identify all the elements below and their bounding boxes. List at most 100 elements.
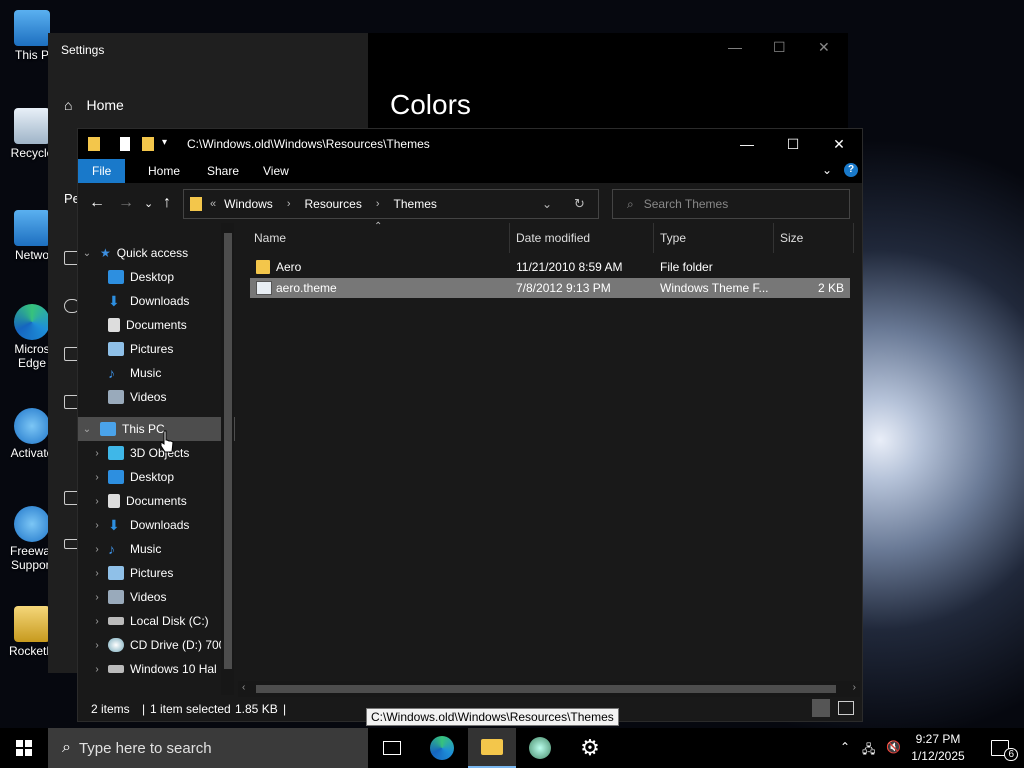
close-button[interactable]: ✕ — [816, 129, 862, 159]
recent-locations-button[interactable]: ⌄ — [144, 197, 153, 210]
chevron-right-icon[interactable]: › — [92, 520, 102, 531]
chevron-down-icon[interactable]: ⌄ — [822, 163, 832, 177]
chevron-left-icon[interactable]: ‹ — [242, 682, 245, 693]
horizontal-scrollbar[interactable]: ‹ › — [238, 681, 860, 697]
chevron-right-icon[interactable]: › — [92, 616, 102, 627]
chevron-right-icon[interactable]: › — [92, 664, 102, 675]
font-icon[interactable] — [64, 443, 78, 455]
nav-label: Quick access — [116, 246, 189, 260]
taskbar-search[interactable]: ⌕ Type here to search — [48, 728, 368, 768]
nav-documents[interactable]: › Documents — [78, 489, 235, 513]
ie-icon — [14, 408, 50, 444]
file-list[interactable]: Name ⌃ Date modified Type Size Aero 11/2… — [238, 221, 860, 695]
chevron-right-icon[interactable]: › — [92, 640, 102, 651]
nav-downloads[interactable]: › ⬇ Downloads — [78, 513, 235, 537]
chevron-right-icon[interactable]: › — [92, 544, 102, 555]
breadcrumb-themes[interactable]: Themes — [394, 197, 437, 211]
action-center-button[interactable]: 6 — [976, 728, 1024, 768]
help-icon[interactable]: ? — [844, 163, 858, 177]
breadcrumb-overflow[interactable]: « — [210, 198, 216, 210]
home-icon: ⌂ — [64, 97, 73, 113]
chevron-down-icon[interactable]: ▾ — [162, 137, 167, 148]
back-button[interactable]: ← — [89, 194, 105, 212]
taskbar-file-explorer[interactable] — [468, 728, 516, 768]
folder-icon — [256, 260, 270, 274]
tab-home[interactable]: Home — [134, 159, 194, 183]
chevron-down-icon[interactable]: ⌄ — [82, 248, 92, 259]
volume-muted-icon[interactable]: 🔇 — [886, 740, 901, 754]
file-row-selected[interactable]: aero.theme 7/8/2012 9:13 PM Windows Them… — [250, 278, 850, 298]
nav-pane-scrollbar[interactable] — [221, 223, 234, 695]
chevron-right-icon[interactable]: › — [92, 568, 102, 579]
nav-cd-drive[interactable]: › CD Drive (D:) 700 — [78, 633, 235, 657]
status-size: 1.85 KB — [235, 702, 278, 716]
nav-this-pc[interactable]: ⌄ This PC — [78, 417, 235, 441]
nav-music[interactable]: › ♪ Music — [78, 537, 235, 561]
scrollbar-thumb[interactable] — [256, 685, 836, 693]
settings-close-button[interactable]: ✕ — [818, 39, 830, 56]
nav-pictures[interactable]: › Pictures — [78, 561, 235, 585]
taskbar-search-input[interactable]: Type here to search — [79, 740, 212, 757]
nav-downloads-quick[interactable]: ⬇ Downloads 📌 — [78, 289, 235, 313]
chevron-right-icon[interactable]: › — [287, 198, 291, 210]
tab-share[interactable]: Share — [193, 159, 253, 183]
nav-3d-objects[interactable]: › 3D Objects — [78, 441, 235, 465]
details-view-button[interactable] — [812, 699, 830, 717]
file-row[interactable]: Aero 11/21/2010 8:59 AM File folder — [250, 257, 850, 277]
taskbar-app[interactable] — [516, 728, 564, 768]
nav-local-disk[interactable]: › Local Disk (C:) — [78, 609, 235, 633]
file-explorer-window[interactable]: ▾ C:\Windows.old\Windows\Resources\Theme… — [77, 128, 863, 722]
address-bar[interactable]: « Windows › Resources › Themes ⌄ ↻ — [183, 189, 599, 219]
chevron-right-icon[interactable]: › — [376, 198, 380, 210]
scrollbar-thumb[interactable] — [224, 233, 232, 669]
nav-videos-quick[interactable]: Videos — [78, 385, 235, 409]
chevron-up-icon[interactable]: ⌃ — [840, 740, 850, 754]
taskbar-settings[interactable]: ⚙ — [566, 728, 614, 768]
nav-desktop[interactable]: › Desktop — [78, 465, 235, 489]
start-button[interactable] — [0, 728, 48, 768]
tab-file[interactable]: File — [78, 159, 126, 183]
chevron-right-icon[interactable]: › — [92, 592, 102, 603]
column-header-type[interactable]: Type — [654, 223, 774, 253]
tab-view[interactable]: View — [249, 159, 303, 183]
settings-maximize-button[interactable]: ☐ — [773, 39, 786, 56]
nav-quick-access[interactable]: ⌄ ★ Quick access — [78, 241, 235, 265]
column-header-date[interactable]: Date modified — [510, 223, 654, 253]
breadcrumb-resources[interactable]: Resources — [304, 197, 361, 211]
nav-windows-10-drive[interactable]: › Windows 10 Hal — [78, 657, 235, 681]
breadcrumb-windows[interactable]: Windows — [224, 197, 273, 211]
network-icon[interactable]: 🖧 — [862, 740, 875, 761]
forward-button[interactable]: → — [118, 194, 134, 212]
pictures-icon — [108, 342, 124, 356]
navigation-pane[interactable]: ⌄ ★ Quick access Desktop 📌 ⬇ Downloads 📌… — [78, 223, 235, 695]
explorer-titlebar[interactable]: ▾ C:\Windows.old\Windows\Resources\Theme… — [78, 129, 862, 159]
task-view-button[interactable] — [368, 728, 416, 768]
search-input[interactable]: Search Themes — [644, 197, 729, 211]
up-button[interactable]: ↑ — [163, 194, 171, 212]
nav-music-quick[interactable]: ♪ Music — [78, 361, 235, 385]
properties-icon[interactable] — [120, 137, 130, 151]
taskbar-clock[interactable]: 9:27 PM 1/12/2025 — [906, 731, 970, 765]
video-icon — [108, 390, 124, 404]
nav-pictures-quick[interactable]: Pictures 📌 — [78, 337, 235, 361]
large-icons-view-button[interactable] — [838, 701, 854, 715]
maximize-button[interactable]: ☐ — [770, 129, 816, 159]
chevron-right-icon[interactable]: › — [92, 448, 102, 459]
settings-home-link[interactable]: ⌂ Home — [64, 97, 124, 113]
new-folder-icon[interactable] — [142, 137, 154, 151]
nav-desktop-quick[interactable]: Desktop 📌 — [78, 265, 235, 289]
chevron-right-icon[interactable]: › — [92, 472, 102, 483]
chevron-right-icon[interactable]: › — [92, 496, 102, 507]
minimize-button[interactable]: — — [724, 129, 770, 159]
nav-videos[interactable]: › Videos — [78, 585, 235, 609]
column-header-size[interactable]: Size — [774, 223, 854, 253]
refresh-icon[interactable]: ↻ — [574, 196, 585, 212]
taskbar-edge[interactable] — [418, 728, 466, 768]
monitor-icon — [14, 10, 50, 46]
chevron-right-icon[interactable]: › — [853, 682, 856, 693]
address-dropdown-button[interactable]: ⌄ — [542, 197, 552, 211]
search-box[interactable]: ⌕ Search Themes — [612, 189, 850, 219]
nav-documents-quick[interactable]: Documents 📌 — [78, 313, 235, 337]
settings-minimize-button[interactable]: — — [728, 39, 742, 55]
chevron-down-icon[interactable]: ⌄ — [82, 424, 92, 435]
